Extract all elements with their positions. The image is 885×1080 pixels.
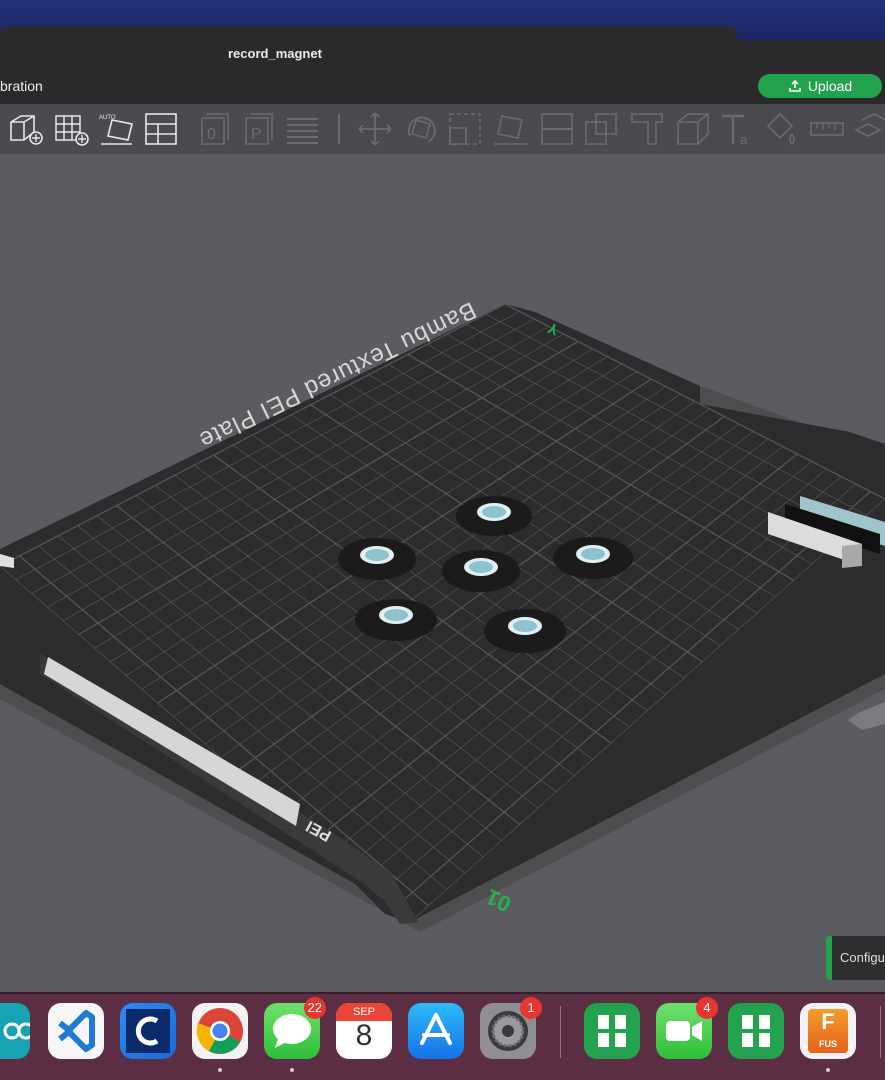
- layer-0-icon[interactable]: 0: [196, 110, 234, 148]
- magnet-part[interactable]: [456, 496, 532, 536]
- svg-text:0: 0: [207, 126, 216, 143]
- lines-icon[interactable]: [284, 110, 322, 148]
- layer-p-icon[interactable]: P: [240, 110, 278, 148]
- split-icon[interactable]: [538, 110, 576, 148]
- fusion-app-icon[interactable]: F FUS: [800, 1003, 856, 1059]
- dock: 22 SEP 8 1 4 F FUS: [0, 994, 885, 1080]
- config-panel-label: Configu: [840, 950, 885, 965]
- config-panel-tab[interactable]: Configu: [826, 936, 885, 980]
- cut-icon[interactable]: [582, 110, 620, 148]
- chrome-app-icon[interactable]: [192, 1003, 248, 1059]
- bambu-studio-2-app-icon[interactable]: [728, 1003, 784, 1059]
- assembly-icon[interactable]: [852, 110, 885, 148]
- arduino-app-icon[interactable]: [0, 1003, 35, 1059]
- arrange-icon[interactable]: [142, 110, 180, 148]
- rotate-icon[interactable]: [402, 110, 440, 148]
- facetime-badge: 4: [696, 997, 718, 1019]
- dock-separator: [880, 1006, 881, 1058]
- text-icon[interactable]: a: [718, 110, 756, 148]
- running-indicator: [826, 1068, 830, 1072]
- upload-icon: [789, 79, 801, 92]
- clion-app-icon[interactable]: [120, 1003, 176, 1059]
- system-settings-badge: 1: [520, 997, 542, 1019]
- system-settings-app-icon[interactable]: 1: [480, 997, 542, 1059]
- scale-icon[interactable]: [446, 110, 484, 148]
- paint-icon[interactable]: [762, 110, 800, 148]
- toolbar: AUTO 0 P a: [0, 104, 885, 154]
- running-indicator: [290, 1068, 294, 1072]
- measure-icon[interactable]: [808, 110, 846, 148]
- app-store-app-icon[interactable]: [408, 1003, 464, 1059]
- bambu-studio-window: record_magnet bration Upload AUTO 0 P a …: [0, 40, 885, 992]
- fusion-sublabel: FUS: [819, 1039, 837, 1049]
- svg-text:P: P: [251, 126, 262, 143]
- svg-text:a: a: [740, 132, 748, 147]
- build-plate-scene[interactable]: PEI Bambu Textured PEI Plate Y 01: [0, 154, 885, 992]
- magnet-part[interactable]: [355, 599, 437, 641]
- calendar-app-icon[interactable]: SEP 8: [336, 1003, 392, 1059]
- upload-button[interactable]: Upload: [758, 74, 882, 98]
- add-object-icon[interactable]: [6, 110, 44, 148]
- magnet-part[interactable]: [442, 550, 520, 592]
- 3d-viewport[interactable]: PEI Bambu Textured PEI Plate Y 01: [0, 154, 885, 992]
- magnet-part[interactable]: [484, 609, 566, 653]
- move-icon[interactable]: [356, 110, 394, 148]
- running-indicator: [218, 1068, 222, 1072]
- messages-app-icon[interactable]: 22: [264, 997, 326, 1059]
- menu-bar: bration Upload: [0, 68, 885, 105]
- vscode-app-icon[interactable]: [48, 1003, 104, 1059]
- support-icon[interactable]: [628, 110, 666, 148]
- cube-icon[interactable]: [674, 110, 712, 148]
- dock-separator: [560, 1006, 561, 1058]
- tab-calibration[interactable]: bration: [0, 78, 43, 94]
- fusion-letter: F: [821, 1009, 835, 1034]
- title-bar: record_magnet: [0, 40, 885, 68]
- upload-label: Upload: [807, 78, 853, 94]
- magnet-part[interactable]: [553, 537, 633, 579]
- add-plate-icon[interactable]: [52, 110, 90, 148]
- bambu-studio-app-icon[interactable]: [584, 1003, 640, 1059]
- messages-badge: 22: [303, 997, 326, 1019]
- lay-on-face-icon[interactable]: [492, 110, 530, 148]
- facetime-app-icon[interactable]: 4: [656, 997, 718, 1059]
- toolbar-divider: [338, 114, 340, 144]
- window-title: record_magnet: [228, 46, 322, 61]
- auto-orient-icon[interactable]: AUTO: [98, 110, 136, 148]
- calendar-day: 8: [355, 1019, 373, 1052]
- nav-cube-icon[interactable]: [848, 702, 885, 730]
- magnet-part[interactable]: [338, 538, 416, 580]
